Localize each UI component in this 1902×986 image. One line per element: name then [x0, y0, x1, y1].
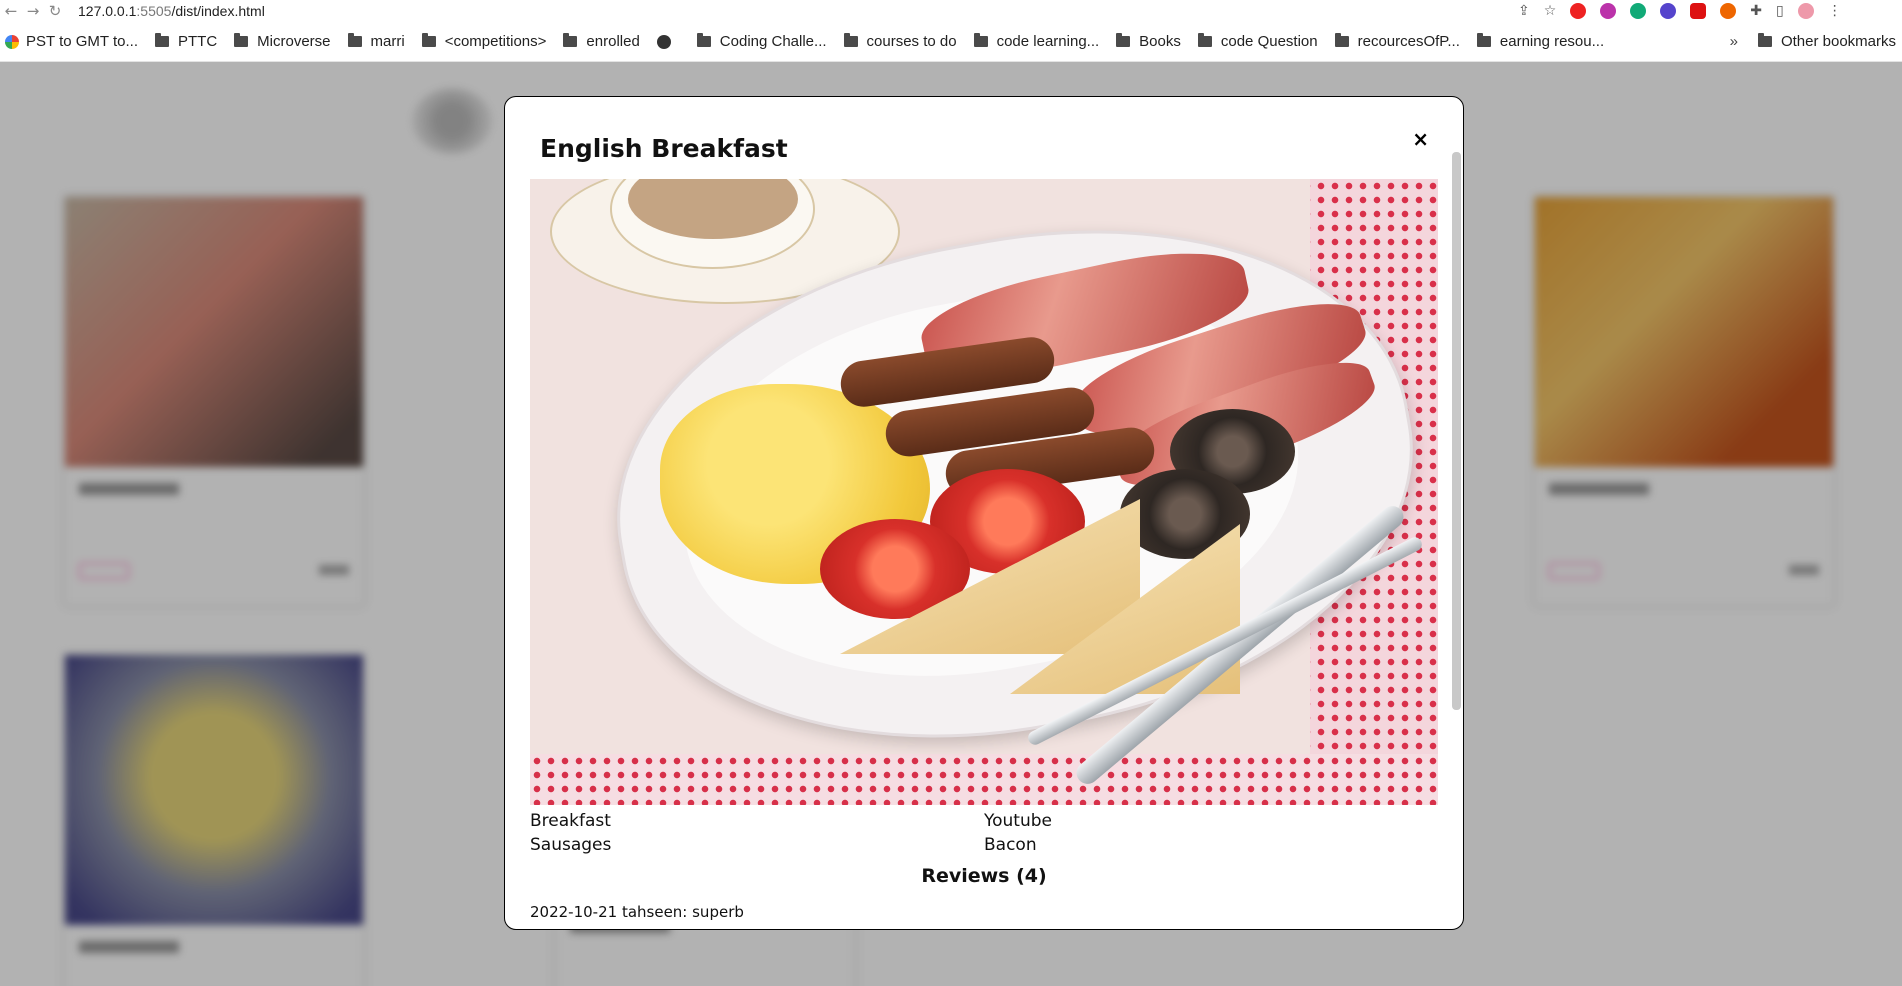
reviews-heading: Reviews (4)	[921, 865, 1047, 887]
bookmark-item[interactable]: code learning...	[973, 33, 1100, 50]
meal-category: Breakfast	[530, 811, 611, 831]
back-icon[interactable]: ←	[0, 0, 22, 22]
bookmark-label: enrolled	[586, 33, 640, 50]
folder-icon	[1197, 33, 1212, 47]
url-field[interactable]: i 127.0.0.1:5505/dist/index.html	[25, 3, 265, 728]
tablecloth-edge	[530, 754, 1438, 805]
bookmark-label: Microverse	[257, 33, 331, 50]
modal-scrollbar[interactable]	[1452, 152, 1461, 710]
meal-title: English Breakfast	[540, 134, 788, 163]
meal-source: Youtube	[984, 811, 1052, 831]
bookmark-label: recourcesOfP...	[1357, 33, 1460, 50]
bookmark-label: courses to do	[866, 33, 957, 50]
bookmark-item[interactable]: <competitions>	[421, 33, 547, 50]
bookmark-label: PTTC	[177, 33, 218, 50]
extension-red-icon[interactable]	[1570, 3, 1587, 19]
folder-icon	[1334, 33, 1349, 47]
bookmark-item[interactable]: courses to do	[843, 33, 957, 50]
puzzle-icon[interactable]: ✚	[1750, 3, 1762, 19]
bookmark-item[interactable]: Microverse	[234, 33, 331, 50]
bookmark-label: earning resou...	[1499, 33, 1605, 50]
folder-icon	[154, 33, 169, 47]
folder-icon	[1476, 33, 1491, 47]
bookmark-item[interactable]: PTTC	[154, 33, 218, 50]
extension-blue-icon[interactable]	[1660, 3, 1677, 19]
info-row: Sausages Bacon	[530, 835, 1438, 859]
folder-icon	[973, 33, 988, 47]
info-row: Breakfast Youtube	[530, 811, 1438, 835]
profile-avatar[interactable]	[1797, 3, 1814, 19]
bookmarks-bar: PST to GMT to... PTTC Microverse marri <…	[0, 22, 1902, 62]
sidepanel-icon[interactable]: ▯	[1776, 3, 1784, 19]
site-icon	[656, 34, 671, 49]
folder-icon	[696, 33, 711, 47]
bookmark-label: Other bookmarks	[1780, 33, 1896, 50]
meal-details-modal: English Breakfast × Breakfast Youtube Sa…	[504, 96, 1464, 930]
address-bar: ← → ↻ i 127.0.0.1:5505/dist/index.html ⇪…	[0, 0, 1902, 728]
toolbar-right: ⇪ ☆ ✚ ▯ ⋮	[1518, 0, 1842, 22]
bookmark-item[interactable]: marri	[347, 33, 405, 50]
close-button[interactable]: ×	[1412, 127, 1429, 151]
folder-icon	[1116, 33, 1131, 47]
meal-image	[530, 179, 1438, 805]
url-path: /dist/index.html	[171, 3, 265, 19]
bookmark-label: marri	[370, 33, 405, 50]
extension-orange-icon[interactable]	[1720, 3, 1737, 19]
ingredient: Bacon	[984, 835, 1037, 855]
folder-icon	[1757, 33, 1772, 47]
folder-icon	[843, 33, 858, 47]
bookmark-item[interactable]: Books	[1116, 33, 1181, 50]
bookmark-item[interactable]: PST to GMT to...	[0, 33, 138, 50]
bookmark-label: code Question	[1220, 33, 1318, 50]
forward-icon[interactable]: →	[22, 0, 44, 22]
other-bookmarks[interactable]: Other bookmarks	[1757, 33, 1896, 50]
extension-green-icon[interactable]	[1630, 3, 1647, 19]
bookmark-item[interactable]: enrolled	[563, 33, 640, 50]
bookmark-label: Coding Challe...	[719, 33, 827, 50]
bookmark-label: <competitions>	[444, 33, 547, 50]
folder-icon	[563, 33, 578, 47]
reload-icon[interactable]: ↻	[44, 0, 66, 22]
google-icon	[5, 34, 19, 49]
url-host: 127.0.0.1	[78, 3, 137, 19]
ingredient: Sausages	[530, 835, 612, 855]
bookmark-item[interactable]: earning resou...	[1476, 33, 1605, 50]
url-port: :5505	[136, 3, 172, 19]
star-icon[interactable]: ☆	[1544, 3, 1557, 19]
extension-youtube-icon[interactable]	[1690, 3, 1707, 19]
share-icon[interactable]: ⇪	[1518, 3, 1530, 19]
review-item: 2022-10-21 tahseen: superb	[530, 903, 744, 921]
bookmark-item[interactable]: Coding Challe...	[696, 33, 827, 50]
menu-icon[interactable]: ⋮	[1828, 3, 1842, 19]
folder-icon	[234, 33, 249, 47]
meal-info: Breakfast Youtube Sausages Bacon Reviews…	[530, 811, 1438, 921]
bookmark-item[interactable]: code Question	[1197, 33, 1318, 50]
bookmark-label: PST to GMT to...	[26, 33, 138, 50]
bookmark-item[interactable]	[656, 34, 680, 49]
bookmarks-overflow-icon[interactable]: »	[1730, 33, 1738, 50]
extension-purple-icon[interactable]	[1600, 3, 1617, 19]
bookmark-label: code learning...	[996, 33, 1100, 50]
folder-icon	[347, 33, 362, 47]
folder-icon	[421, 33, 436, 47]
bookmark-item[interactable]: recourcesOfP...	[1334, 33, 1460, 50]
bookmark-label: Books	[1139, 33, 1181, 50]
